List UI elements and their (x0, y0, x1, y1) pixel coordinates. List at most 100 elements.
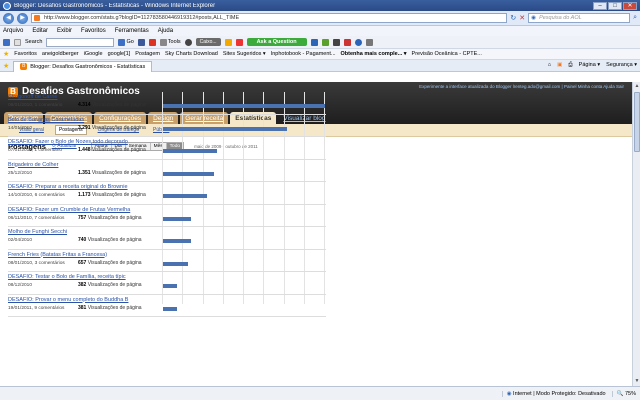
post-views: 4.314 Visualizações de página (78, 102, 146, 108)
favorites-center-icon[interactable]: ★ (3, 62, 9, 70)
scroll-up-icon[interactable]: ▲ (634, 83, 640, 90)
home-icon[interactable]: ⌂ (548, 62, 551, 69)
post-views: 381 Visualizações de página (78, 305, 142, 311)
close-button[interactable]: ✕ (623, 1, 637, 10)
toolbar-tools-button[interactable]: Tools (159, 38, 181, 46)
post-title-link[interactable]: DESAFIO: Fazer um Crumble de Frutas Verm… (8, 207, 130, 213)
address-bar: ◀ ▶ http://www.blogger.com/stats.g?blogI… (0, 11, 640, 26)
refresh-icon[interactable]: ↻ (510, 14, 516, 22)
post-views-label: Visualizações de página (87, 214, 142, 221)
scroll-down-icon[interactable]: ▼ (634, 378, 640, 385)
post-views-count: 4.314 (78, 102, 91, 108)
post-meta: 14/01/2010 (8, 125, 33, 131)
games-icon[interactable] (321, 38, 329, 46)
post-meta: 06/01/2010, 1 comentário (8, 103, 63, 108)
feeds-icon[interactable]: ▣ (557, 62, 562, 69)
safety-menu[interactable]: Segurança ▾ (606, 62, 637, 69)
favorite-item[interactable]: Sites Sugeridos ▾ (223, 51, 266, 57)
favorite-item[interactable]: Obtenha mais comple... ▾ (341, 51, 407, 57)
zoom-level[interactable]: 🔍 75% (611, 390, 636, 397)
facebook-icon[interactable] (137, 38, 145, 46)
menu-arquivo[interactable]: Arquivo (3, 28, 23, 34)
post-title-link[interactable]: Bolo de Bananas Carameladas (8, 117, 84, 123)
favorites-star-icon[interactable]: ★ (3, 50, 9, 58)
weather-icon[interactable] (310, 38, 318, 46)
post-meta: 25/12/2010 (8, 170, 33, 176)
url-input[interactable]: http://www.blogger.com/stats.g?blogID=11… (31, 13, 508, 23)
media-icon[interactable] (184, 38, 192, 46)
post-views-label: Visualizações de página (91, 192, 146, 198)
mail-icon[interactable] (148, 38, 156, 46)
stop-icon[interactable]: ✕ (519, 14, 525, 22)
post-title-link[interactable]: Strogonoff de Carne (8, 94, 57, 100)
monitor-icon[interactable] (332, 38, 340, 46)
favorite-item[interactable]: iGoogle (84, 51, 103, 57)
post-title-link[interactable]: DESAFIO: Provar o menu completo do Buddh… (8, 297, 128, 303)
browser-tab[interactable]: B Blogger: Desafios Gastronômicos - Esta… (13, 60, 153, 72)
forward-button[interactable]: ▶ (17, 12, 28, 24)
minimize-button[interactable]: – (593, 1, 607, 10)
post-meta: 14/10/2010, 6 comentários (8, 193, 65, 198)
back-button[interactable]: ◀ (3, 12, 14, 24)
toolbar-dropdown-icon[interactable] (14, 38, 21, 46)
table-row: DESAFIO: Fazer o Bolo de Nozes todo deco… (8, 137, 326, 160)
table-row: Brigadeiro de Colher 25/12/2010 1.351 Visu… (8, 160, 326, 182)
globe-icon[interactable] (354, 38, 362, 46)
user-links[interactable]: Experimente a interface atualizada do Bl… (419, 84, 624, 89)
alert-icon[interactable] (235, 38, 243, 46)
scroll-thumb[interactable] (634, 92, 640, 152)
menu-exibir[interactable]: Exibir (57, 28, 72, 34)
toolbar-search-input[interactable] (46, 37, 115, 47)
table-row: Strogonoff de Carne 06/01/2010, 1 comentá… (8, 92, 326, 115)
favorite-item[interactable]: Sky Charts Download (165, 51, 218, 57)
post-views: 1.173 Visualizações de página (78, 192, 146, 198)
favorite-item[interactable]: google[1] (108, 51, 131, 57)
toolbar-caixa[interactable]: Caixo... (195, 38, 221, 46)
post-title-link[interactable]: DESAFIO: Preparar a receita original do … (8, 184, 128, 190)
table-row: DESAFIO: Fazer um Crumble de Frutas Verm… (8, 205, 326, 227)
music-icon[interactable] (343, 38, 351, 46)
post-title-link[interactable]: Brigadeiro de Colher (8, 162, 58, 168)
post-views-count: 1.448 (78, 147, 91, 153)
settings-icon[interactable] (365, 38, 373, 46)
menu-ajuda[interactable]: Ajuda (158, 28, 173, 34)
ask-question-button[interactable]: Ask a Question (246, 38, 307, 46)
table-row: DESAFIO: Provar o menu completo do Buddh… (8, 295, 326, 317)
table-row: French Fries (Batatas Fritas a Francesa)… (8, 250, 326, 272)
post-views-bar (163, 126, 287, 131)
zoom-icon: 🔍 (616, 390, 625, 397)
maximize-button[interactable]: □ (608, 1, 622, 10)
security-zone: ◉ Internet | Modo Protegido: Desativado (501, 390, 606, 397)
post-meta: 02/04/2010 (8, 238, 33, 243)
post-views-label: Visualizações de página (91, 147, 146, 153)
menu-ferramentas[interactable]: Ferramentas (115, 28, 149, 34)
post-title-link[interactable]: DESAFIO: Testar o Bolo de Família, recei… (8, 274, 126, 280)
post-views-count: 1.173 (78, 192, 91, 198)
post-views-bar (163, 104, 325, 108)
table-row: DESAFIO: Preparar a receita original do … (8, 182, 326, 205)
post-views-bar (163, 261, 188, 266)
window-titlebar: Blogger: Desafios Gastronômicos - Estatí… (0, 0, 640, 11)
post-views-bar (163, 284, 177, 288)
favorite-item[interactable]: Postagem (135, 51, 160, 57)
post-title-link[interactable]: Molho de Funghi Secchi (8, 229, 67, 235)
browser-tab-label: Blogger: Desafios Gastronômicos - Estatí… (30, 63, 146, 70)
post-views-label: Visualizações de página (87, 237, 142, 243)
favorites-label[interactable]: Favoritos (14, 51, 37, 57)
post-meta: 06/11/2010, 7 comentários (8, 215, 65, 221)
toolbar-go-button[interactable]: Go (118, 38, 134, 46)
favorite-item[interactable]: Inphotobook - Pagament... (271, 51, 336, 57)
search-input[interactable]: Pesquisa do AOL (528, 13, 631, 23)
radio-icon[interactable] (224, 38, 232, 46)
favorite-item[interactable]: aneigoldberger (42, 51, 79, 57)
favorite-item[interactable]: Previsão Oceânica - CPTE... (412, 51, 482, 57)
page-scrollbar[interactable]: ▲ ▼ (632, 82, 640, 386)
menu-editar[interactable]: Editar (32, 28, 48, 34)
page-menu[interactable]: Página ▾ (579, 62, 600, 69)
search-icon[interactable]: ⌕ (633, 14, 637, 22)
post-title-link[interactable]: DESAFIO: Fazer o Bolo de Nozes todo deco… (8, 139, 128, 145)
print-icon[interactable]: ⎙ (568, 62, 572, 69)
post-title-link[interactable]: French Fries (Batatas Fritas a Francesa) (8, 252, 107, 258)
menu-favoritos[interactable]: Favoritos (81, 28, 106, 34)
table-row: Molho de Funghi Secchi 02/04/2010 740 Visu… (8, 227, 326, 250)
